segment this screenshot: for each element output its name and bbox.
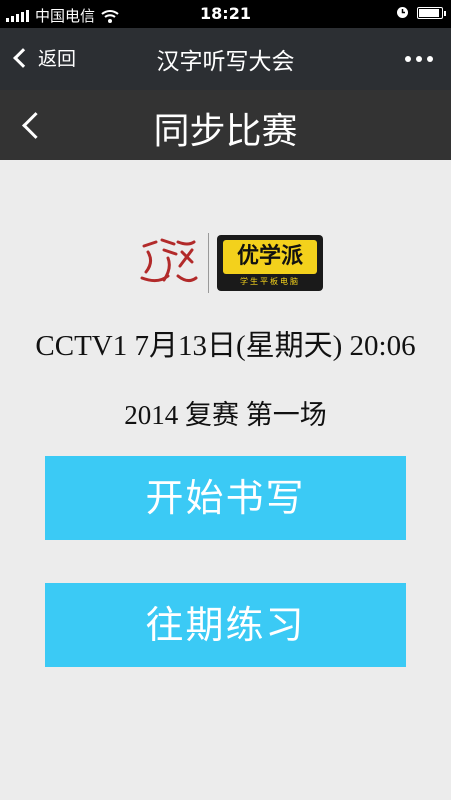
wechat-title-bar: 返回 汉字听写大会 xyxy=(0,28,451,90)
hanzi-dictation-logo xyxy=(140,238,198,283)
alarm-icon xyxy=(397,7,408,18)
youxuepai-tagline: 学生平板电脑 xyxy=(240,277,300,286)
status-bar: 中国电信 18:21 xyxy=(0,0,451,28)
battery-level xyxy=(419,8,439,17)
clock: 18:21 xyxy=(200,4,251,23)
battery-icon xyxy=(417,6,446,19)
youxuepai-logo-text: 优学派 xyxy=(223,240,317,274)
status-right xyxy=(396,6,446,19)
dot-icon xyxy=(416,56,422,62)
page-header: 同步比赛 xyxy=(0,90,451,160)
sponsor-logos: 优学派 学生平板电脑 xyxy=(138,232,323,294)
dot-icon xyxy=(405,56,411,62)
youxuepai-logo: 优学派 学生平板电脑 xyxy=(217,235,323,291)
match-schedule: CCTV1 7月13日(星期天) 20:06 xyxy=(35,330,416,362)
app-title: 汉字听写大会 xyxy=(156,49,295,75)
more-options-button[interactable] xyxy=(405,56,433,62)
start-writing-button[interactable]: 开始书写 xyxy=(45,456,406,540)
past-practice-button[interactable]: 往期练习 xyxy=(45,583,406,667)
logo-divider xyxy=(208,233,209,293)
dot-icon xyxy=(427,56,433,62)
page-title: 同步比赛 xyxy=(153,111,298,152)
match-round: 2014 复赛 第一场 xyxy=(124,400,327,430)
